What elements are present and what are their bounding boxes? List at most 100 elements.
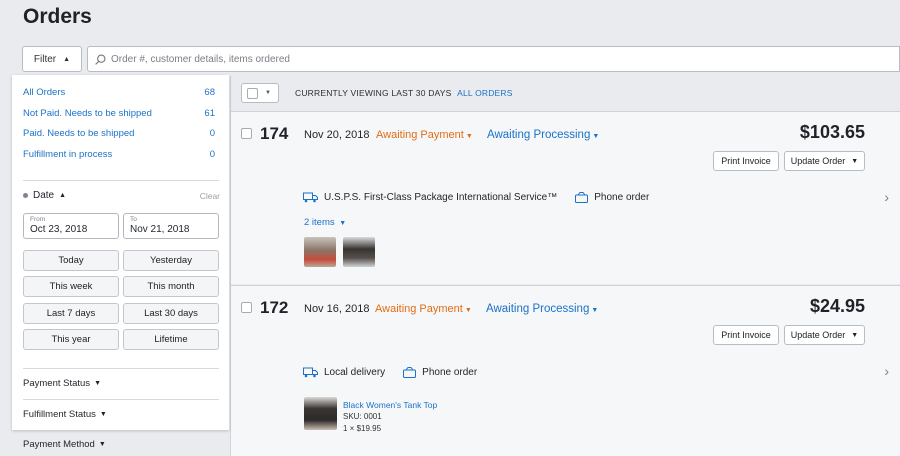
print-invoice-label: Print Invoice xyxy=(721,330,771,340)
chevron-right-icon[interactable]: › xyxy=(884,363,889,379)
status-filter-not-paid[interactable]: Not Paid. Needs to be shipped 61 xyxy=(23,108,215,119)
preset-today-button[interactable]: Today xyxy=(23,250,119,271)
divider xyxy=(23,180,219,181)
date-from-value: Oct 23, 2018 xyxy=(30,224,88,235)
chevron-down-icon: ▼ xyxy=(851,157,859,165)
chevron-down-icon: ▼ xyxy=(98,441,106,448)
status-count: 68 xyxy=(204,87,215,98)
preset-this-week-button[interactable]: This week xyxy=(23,276,119,297)
shipping-method: Local delivery xyxy=(324,367,386,378)
fulfillment-status-dropdown[interactable]: Awaiting Processing ▼ xyxy=(486,303,598,315)
chevron-down-icon: ▼ xyxy=(99,411,107,418)
status-filter-fulfillment[interactable]: Fulfillment in process 0 xyxy=(23,149,215,160)
product-name-link[interactable]: Black Women's Tank Top xyxy=(343,400,437,410)
all-orders-link[interactable]: ALL ORDERS xyxy=(457,88,513,98)
chevron-down-icon: ▼ xyxy=(339,220,347,227)
shipping-method: U.S.P.S. First-Class Package Internation… xyxy=(324,192,558,203)
preset-yesterday-button[interactable]: Yesterday xyxy=(123,250,219,271)
page-title: Orders xyxy=(23,5,92,28)
payment-status-section[interactable]: Payment Status ▼ xyxy=(23,378,101,389)
status-filter-all[interactable]: All Orders 68 xyxy=(23,87,215,98)
update-order-button[interactable]: Update Order ▼ xyxy=(784,325,865,345)
preset-last-7-days-button[interactable]: Last 7 days xyxy=(23,303,119,324)
viewing-text: CURRENTLY VIEWING LAST 30 DAYS ALL ORDER… xyxy=(295,88,513,98)
items-toggle[interactable]: 2 items ▼ xyxy=(304,217,346,228)
preset-lifetime-button[interactable]: Lifetime xyxy=(123,329,219,350)
status-count: 61 xyxy=(204,108,215,119)
payment-status-dropdown[interactable]: Awaiting Payment ▼ xyxy=(376,129,473,141)
section-label: Fulfillment Status xyxy=(23,409,96,420)
fulfillment-status-section[interactable]: Fulfillment Status ▼ xyxy=(23,409,107,420)
phone-order-icon xyxy=(403,367,417,378)
order-date: Nov 20, 2018 xyxy=(304,129,370,141)
status-count: 0 xyxy=(209,149,215,160)
filter-button[interactable]: Filter ▲ xyxy=(22,46,82,72)
section-label: Payment Method xyxy=(23,439,95,450)
shipping-row: Local delivery Phone order xyxy=(303,367,477,378)
payment-status-label: Awaiting Payment xyxy=(375,303,463,315)
payment-status-label: Awaiting Payment xyxy=(376,129,464,141)
product-thumbnail[interactable] xyxy=(304,397,337,430)
section-label: Payment Status xyxy=(23,378,91,389)
orders-list: ▼ CURRENTLY VIEWING LAST 30 DAYS ALL ORD… xyxy=(230,76,900,456)
order-number[interactable]: 174 xyxy=(260,124,288,144)
truck-icon xyxy=(303,367,318,378)
date-section-toggle[interactable]: Date ▲ xyxy=(23,190,66,201)
select-all-checkbox[interactable] xyxy=(247,87,258,99)
print-invoice-button[interactable]: Print Invoice xyxy=(713,151,779,171)
chevron-down-icon: ▼ xyxy=(464,307,472,314)
order-source: Phone order xyxy=(594,192,650,203)
preset-this-year-button[interactable]: This year xyxy=(23,329,119,350)
payment-status-dropdown[interactable]: Awaiting Payment ▼ xyxy=(375,303,472,315)
status-label: Not Paid. Needs to be shipped xyxy=(23,108,152,119)
status-count: 0 xyxy=(209,128,215,139)
chevron-down-icon: ▼ xyxy=(265,90,271,96)
update-order-label: Update Order xyxy=(790,156,846,166)
update-order-label: Update Order xyxy=(790,330,846,340)
date-from-label: From xyxy=(30,216,46,223)
chevron-up-icon: ▲ xyxy=(63,55,71,63)
items-count: 2 items xyxy=(304,217,335,228)
status-label: All Orders xyxy=(23,87,66,98)
date-section-header: Date ▲ Clear xyxy=(23,190,220,201)
product-thumbnail[interactable] xyxy=(304,237,336,267)
date-from-field[interactable]: From Oct 23, 2018 xyxy=(23,213,119,239)
order-checkbox[interactable] xyxy=(241,302,252,313)
preset-last-30-days-button[interactable]: Last 30 days xyxy=(123,303,219,324)
date-to-field[interactable]: To Nov 21, 2018 xyxy=(123,213,219,239)
product-sku: SKU: 0001 xyxy=(343,412,382,421)
search-input[interactable] xyxy=(111,53,811,65)
chevron-up-icon: ▲ xyxy=(59,192,67,199)
phone-order-icon xyxy=(575,192,589,203)
search-icon xyxy=(95,53,106,65)
order-total: $103.65 xyxy=(799,122,865,142)
filter-label: Filter xyxy=(33,53,57,65)
shipping-row: U.S.P.S. First-Class Package Internation… xyxy=(303,192,649,203)
divider xyxy=(23,368,219,369)
preset-this-month-button[interactable]: This month xyxy=(123,276,219,297)
order-checkbox[interactable] xyxy=(241,128,252,139)
order-number[interactable]: 172 xyxy=(260,298,288,318)
fulfillment-status-label: Awaiting Processing xyxy=(487,129,591,141)
chevron-right-icon[interactable]: › xyxy=(884,189,889,205)
select-all-dropdown[interactable]: ▼ xyxy=(241,83,279,103)
chevron-down-icon: ▼ xyxy=(592,133,600,140)
status-label: Fulfillment in process xyxy=(23,149,113,160)
divider xyxy=(23,399,219,400)
search-box[interactable] xyxy=(87,46,900,72)
active-dot-icon xyxy=(23,193,28,198)
date-to-value: Nov 21, 2018 xyxy=(130,224,190,235)
fulfillment-status-label: Awaiting Processing xyxy=(486,303,590,315)
clear-date-link[interactable]: Clear xyxy=(200,191,220,201)
date-title: Date xyxy=(33,190,55,201)
product-thumbnail[interactable] xyxy=(343,237,375,267)
print-invoice-button[interactable]: Print Invoice xyxy=(713,325,779,345)
print-invoice-label: Print Invoice xyxy=(721,156,771,166)
update-order-button[interactable]: Update Order ▼ xyxy=(784,151,865,171)
fulfillment-status-dropdown[interactable]: Awaiting Processing ▼ xyxy=(487,129,599,141)
payment-method-section[interactable]: Payment Method ▼ xyxy=(23,439,106,450)
chevron-down-icon: ▼ xyxy=(591,307,599,314)
status-filter-paid[interactable]: Paid. Needs to be shipped 0 xyxy=(23,128,215,139)
chevron-down-icon: ▼ xyxy=(94,380,101,387)
chevron-down-icon: ▼ xyxy=(851,331,859,339)
